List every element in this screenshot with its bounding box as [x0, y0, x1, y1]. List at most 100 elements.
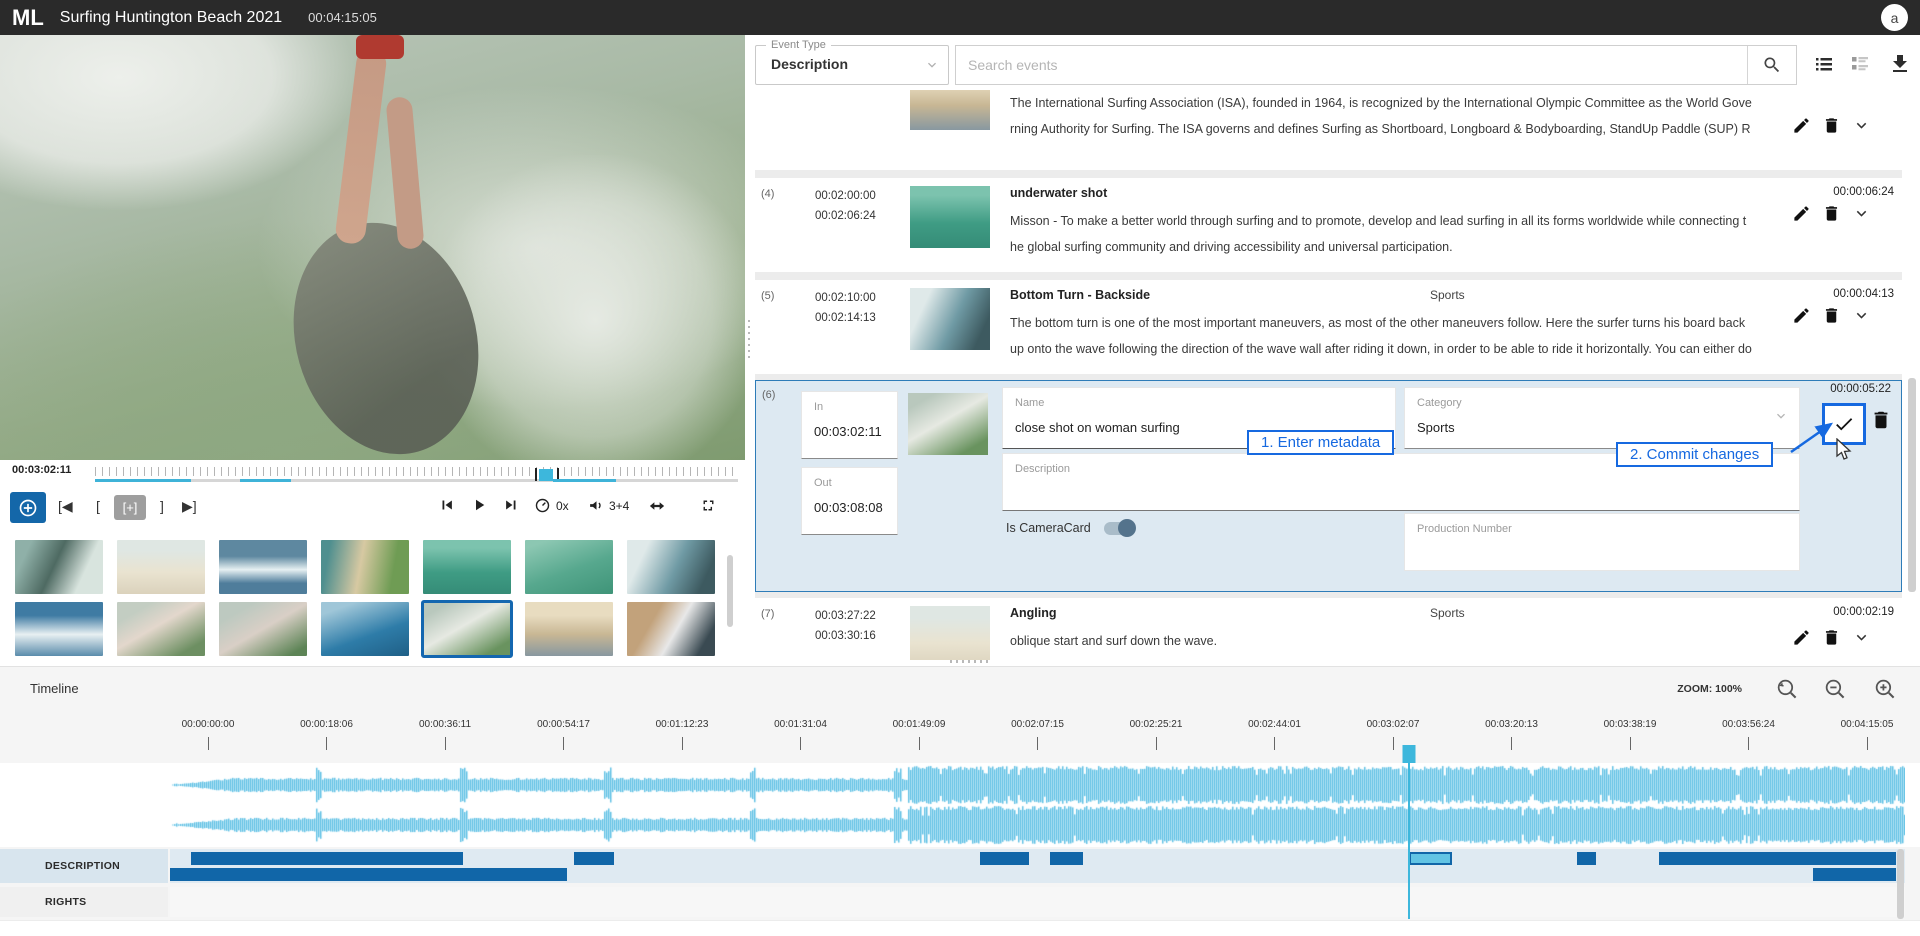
edit-event-button[interactable]: [1792, 116, 1814, 138]
out-timecode-field[interactable]: Out 00:03:08:08: [801, 467, 898, 535]
delete-event-button[interactable]: [1822, 116, 1844, 138]
events-scrollbar[interactable]: [1908, 378, 1916, 592]
expand-event-button[interactable]: [1852, 204, 1874, 226]
zoom-out-icon[interactable]: [1823, 677, 1848, 702]
track-label: RIGHTS: [0, 887, 168, 917]
app-header: ML Surfing Huntington Beach 2021 00:04:1…: [0, 0, 1920, 35]
scrubber-in-bracket[interactable]: [535, 468, 537, 481]
download-icon[interactable]: [1888, 52, 1914, 78]
audio-tracks-label: 3+4: [609, 499, 629, 513]
skip-to-end-button[interactable]: [502, 496, 520, 514]
clip-thumbnail[interactable]: [219, 540, 307, 594]
in-timecode-field[interactable]: In 00:03:02:11: [801, 391, 898, 459]
timeline-segment[interactable]: [240, 479, 291, 482]
edit-event-button[interactable]: [1792, 204, 1814, 226]
event-row[interactable]: (4) 00:02:00:0000:02:06:24 underwater sh…: [755, 178, 1902, 272]
event-duration: 00:00:06:24: [1833, 186, 1894, 198]
category-select[interactable]: Category Sports: [1404, 387, 1800, 449]
delete-event-button[interactable]: [1822, 306, 1844, 328]
clip-thumbnail[interactable]: [15, 602, 103, 656]
camera-card-toggle[interactable]: [1104, 522, 1134, 535]
audio-tracks-icon[interactable]: [588, 497, 605, 514]
ruler-tick: 00:03:02:07: [1355, 719, 1431, 759]
user-avatar[interactable]: a: [1881, 4, 1908, 31]
clip-thumbnail[interactable]: [525, 540, 613, 594]
delete-event-button[interactable]: [1822, 204, 1844, 226]
zoom-reset-icon[interactable]: [1775, 677, 1800, 702]
event-duration: 00:00:02:19: [1833, 606, 1894, 618]
clip-thumbnail[interactable]: [117, 602, 205, 656]
fullscreen-button[interactable]: [700, 497, 717, 514]
event-row[interactable]: (5) 00:02:10:0000:02:14:13 Bottom Turn -…: [755, 280, 1902, 374]
go-to-in-button[interactable]: [◀: [58, 498, 73, 515]
zoom-in-icon[interactable]: [1873, 677, 1898, 702]
app-logo: ML: [12, 5, 44, 31]
clip-thumbnail[interactable]: [321, 540, 409, 594]
event-description: The International Surfing Association (I…: [1010, 90, 1752, 142]
clip-thumbnail[interactable]: [321, 602, 409, 656]
header-timecode: 00:04:15:05: [308, 10, 377, 25]
event-description: Misson - To make a better world through …: [1010, 208, 1752, 260]
event-title: Bottom Turn - Backside: [1010, 288, 1430, 302]
camera-card-label: Is CameraCard: [1006, 521, 1091, 535]
clip-thumbnail[interactable]: [15, 540, 103, 594]
mark-in-button[interactable]: [: [96, 498, 100, 514]
clip-thumbnail[interactable]: [627, 602, 715, 656]
expand-event-button[interactable]: [1852, 116, 1874, 138]
thumbnail-scrollbar[interactable]: [727, 555, 733, 627]
event-title: underwater shot: [1010, 186, 1430, 200]
event-in-timecode: 00:02:10:00: [815, 288, 876, 308]
mark-out-button[interactable]: ]: [160, 498, 164, 514]
delete-event-button[interactable]: [1822, 628, 1844, 650]
edit-event-button[interactable]: [1792, 628, 1814, 650]
event-type-select[interactable]: Event Type Description: [755, 45, 949, 85]
event-edit-card[interactable]: (6) In 00:03:02:11 Out 00:03:08:08 Name …: [755, 380, 1902, 592]
detail-view-icon[interactable]: [1848, 52, 1874, 78]
scrubber-ticks[interactable]: [95, 467, 738, 476]
list-view-icon[interactable]: [1812, 52, 1838, 78]
in-value: 00:03:02:11: [814, 424, 882, 439]
scrubber-bar[interactable]: [95, 479, 738, 482]
event-thumbnail[interactable]: [910, 288, 990, 350]
video-player[interactable]: [0, 35, 745, 460]
clip-thumbnail[interactable]: [423, 540, 511, 594]
play-button[interactable]: [470, 496, 488, 514]
name-value: close shot on woman surfing: [1015, 420, 1180, 435]
skip-to-start-button[interactable]: [438, 496, 456, 514]
event-number: (6): [762, 389, 775, 401]
out-label: Out: [814, 477, 832, 489]
edit-event-button[interactable]: [1792, 306, 1814, 328]
scrubber-playhead[interactable]: [539, 469, 553, 481]
expand-event-button[interactable]: [1852, 628, 1874, 650]
event-row[interactable]: (7) 00:03:27:2200:03:30:16 Angling Sport…: [755, 598, 1902, 660]
fit-width-icon[interactable]: [648, 497, 666, 515]
clip-thumbnail[interactable]: [117, 540, 205, 594]
clip-thumbnail-selected[interactable]: [423, 602, 511, 656]
clip-thumbnail[interactable]: [627, 540, 715, 594]
playback-speed-icon[interactable]: [534, 497, 551, 514]
search-icon[interactable]: [1747, 46, 1796, 84]
log-event-button[interactable]: [10, 492, 46, 523]
event-thumbnail[interactable]: [910, 186, 990, 248]
clip-thumbnail[interactable]: [525, 602, 613, 656]
go-to-out-button[interactable]: ▶]: [182, 498, 197, 515]
ruler-tick: 00:00:00:00: [170, 719, 246, 759]
clip-thumbnail[interactable]: [219, 602, 307, 656]
delete-event-button[interactable]: [1870, 409, 1894, 433]
production-number-field[interactable]: Production Number: [1404, 513, 1800, 571]
event-number: (7): [761, 608, 774, 620]
search-input[interactable]: [956, 46, 1747, 84]
timeline-segment[interactable]: [95, 479, 191, 482]
timeline-playhead-handle[interactable]: [1402, 745, 1415, 763]
panel-splitter-vertical[interactable]: [746, 320, 752, 360]
event-thumbnail[interactable]: [908, 393, 988, 455]
event-thumbnail[interactable]: [910, 90, 990, 130]
timeline-scrollbar[interactable]: [1897, 849, 1904, 919]
out-value: 00:03:08:08: [814, 500, 883, 515]
category-value: Sports: [1417, 420, 1455, 435]
event-row-clipped[interactable]: (3) 00:01:05:23 Surfer running into the …: [755, 90, 1902, 170]
event-thumbnail[interactable]: [910, 606, 990, 660]
timeline-segment[interactable]: [553, 479, 616, 482]
expand-event-button[interactable]: [1852, 306, 1874, 328]
add-marked-event-button[interactable]: [+]: [114, 495, 146, 520]
